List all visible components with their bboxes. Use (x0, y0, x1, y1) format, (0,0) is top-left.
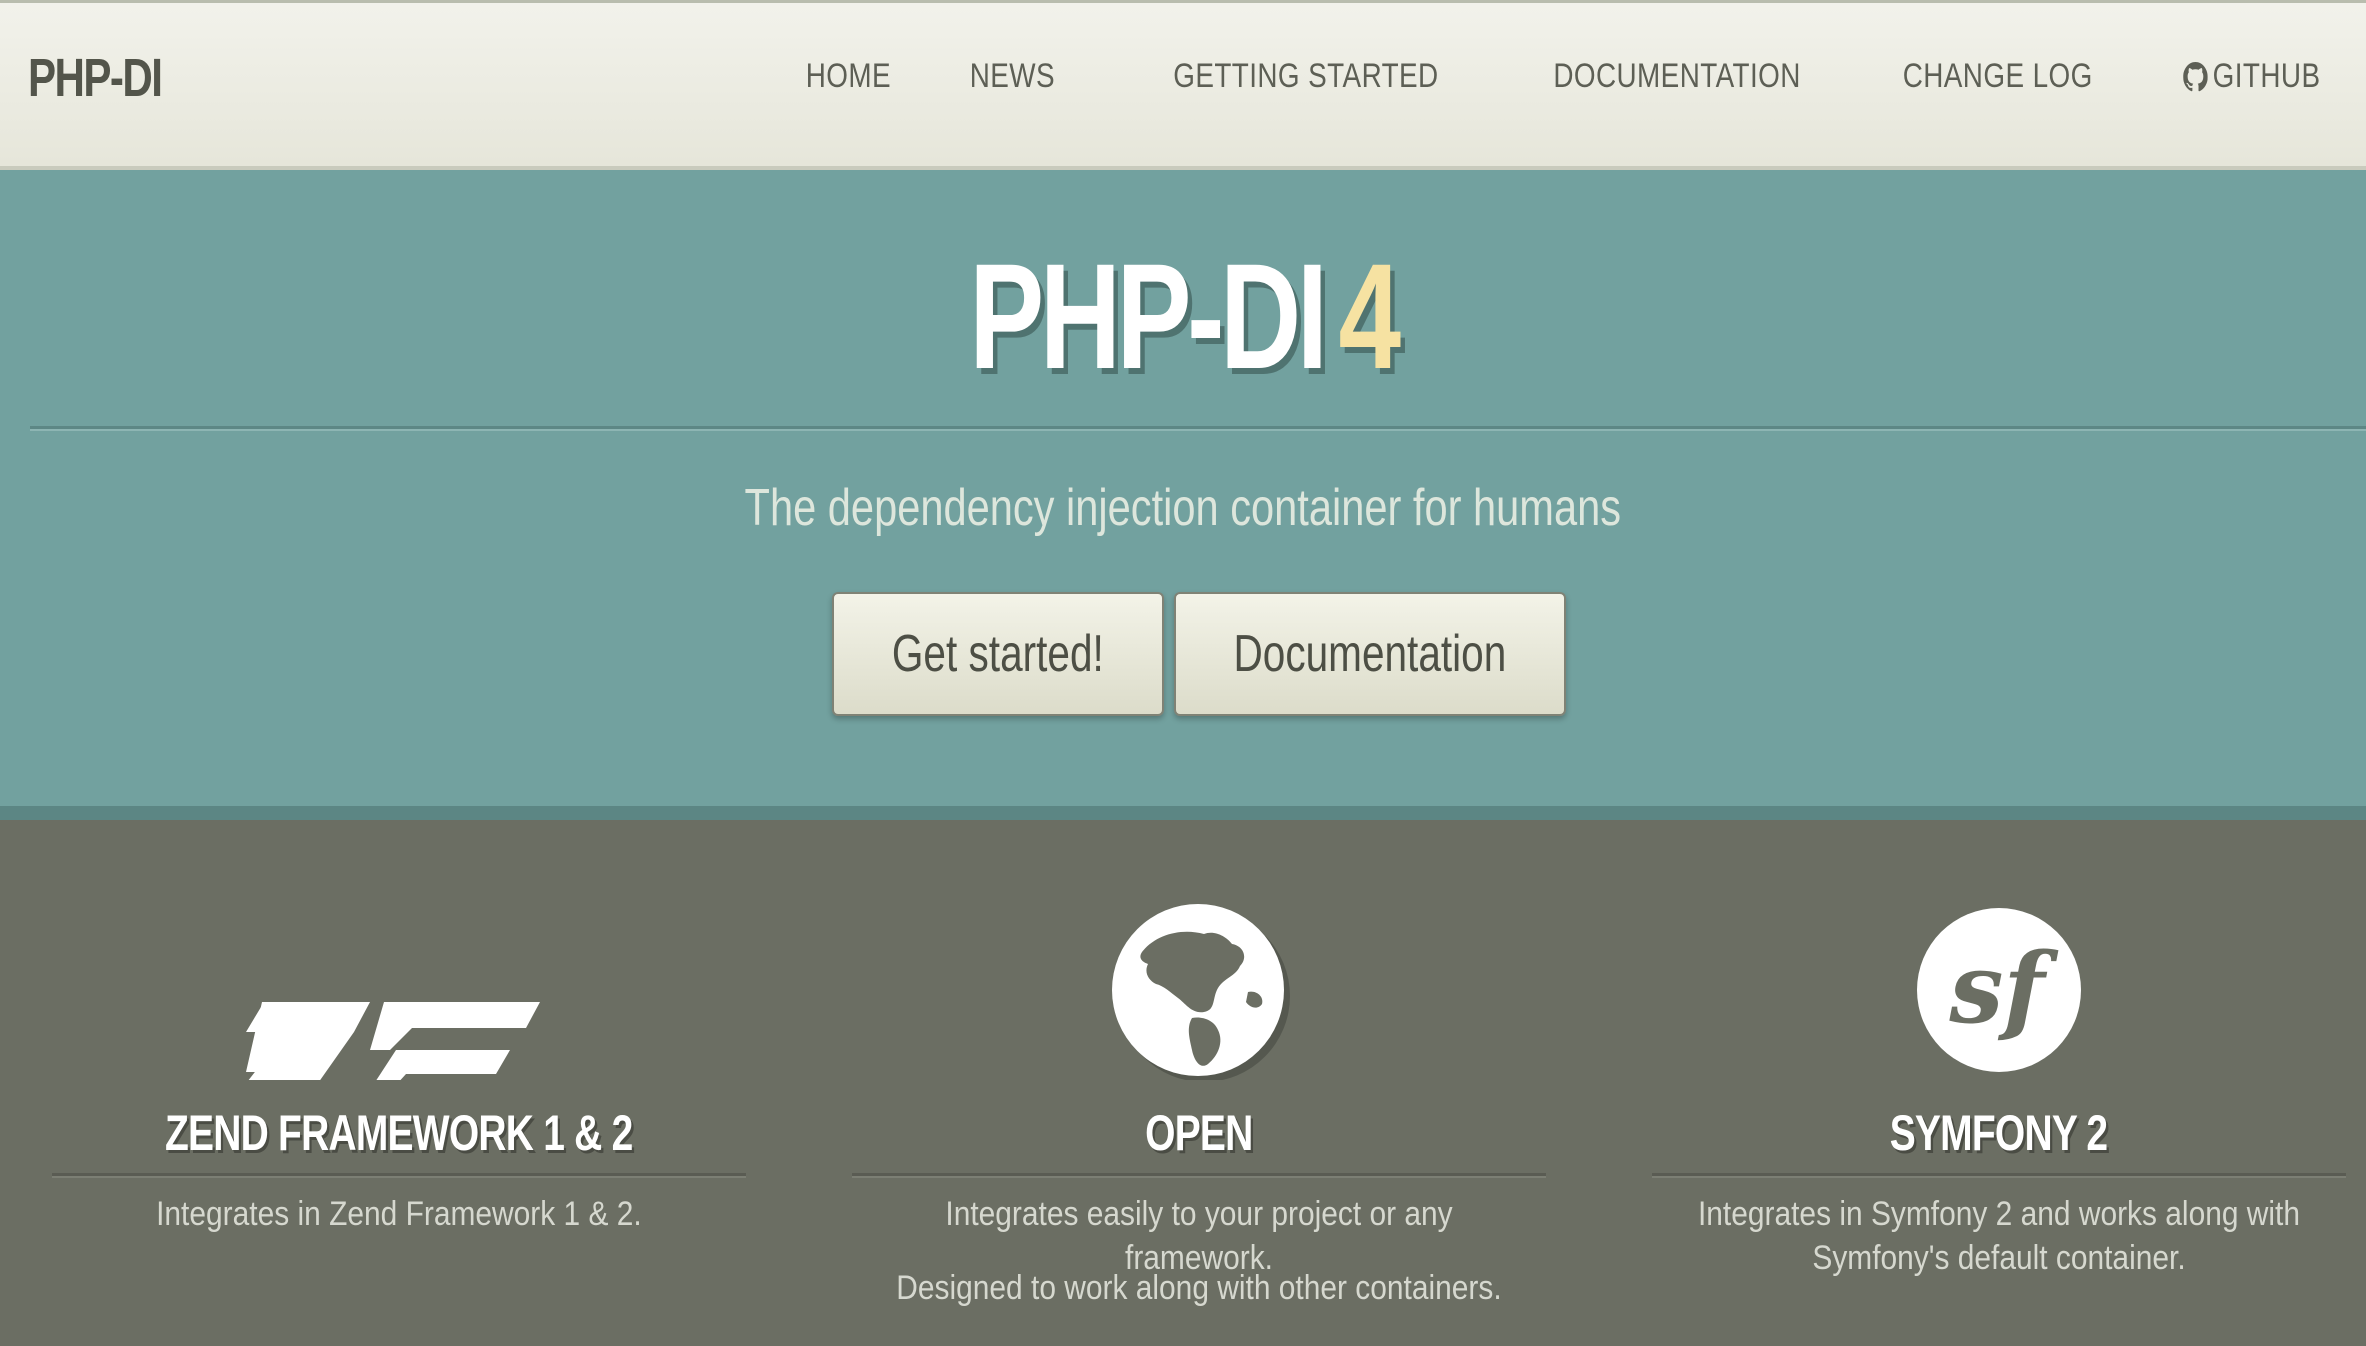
top-navbar: PHP-DI HOME NEWS GETTING STARTED DOCUMEN… (0, 0, 2366, 170)
feature-symfony-text: Integrates in Symfony 2 and works along … (1697, 1195, 2301, 1277)
nav-home-link[interactable]: HOME (806, 57, 891, 96)
hero-title: PHP-DI 4 (0, 230, 2366, 403)
hero-divider (30, 426, 2366, 431)
symfony-logo: sf (1917, 908, 2081, 1072)
hero-tagline: The dependency injection container for h… (744, 479, 1622, 537)
nav-change-log-link[interactable]: CHANGE LOG (1903, 57, 2093, 96)
nav-getting-started-link[interactable]: GETTING STARTED (1174, 57, 1439, 96)
documentation-label: Documentation (1233, 625, 1507, 683)
feature-symfony-title: SYMFONY 2 (1890, 1105, 2108, 1161)
feature-zend-text: Integrates in Zend Framework 1 & 2. (156, 1195, 642, 1233)
svg-text:sf: sf (1948, 932, 2059, 1045)
feature-zend-divider (52, 1173, 746, 1178)
feature-open-title: OPEN (1145, 1105, 1253, 1161)
hero-section: PHP-DI 4 The dependency injection contain… (0, 170, 2366, 820)
nav-github-label: GITHUB (2212, 57, 2320, 95)
main-nav: HOME NEWS GETTING STARTED DOCUMENTATION … (727, 57, 2320, 96)
nav-news-link[interactable]: NEWS (970, 57, 1055, 96)
brand-logo-link[interactable]: PHP-DI (28, 47, 163, 109)
documentation-button[interactable]: Documentation (1174, 592, 1566, 716)
zend-framework-logo (246, 1002, 540, 1080)
github-icon (2182, 61, 2208, 91)
nav-github-link[interactable]: GITHUB (2182, 57, 2320, 96)
globe-icon (1112, 904, 1290, 1080)
feature-zend-title: ZEND FRAMEWORK 1 & 2 (165, 1105, 633, 1161)
hero-title-text: PHP-DI (969, 232, 1328, 400)
features-section: ZEND FRAMEWORK 1 & 2 Integrates in Zend … (0, 820, 2366, 1346)
hero-version: 4 (1338, 232, 1402, 400)
nav-documentation-link[interactable]: DOCUMENTATION (1553, 57, 1800, 96)
feature-symfony-divider (1652, 1173, 2346, 1178)
feature-open-divider (852, 1173, 1546, 1178)
get-started-label: Get started! (892, 625, 1104, 683)
get-started-button[interactable]: Get started! (832, 592, 1164, 716)
feature-open-extra-text: Designed to work along with other contai… (896, 1269, 1502, 1307)
